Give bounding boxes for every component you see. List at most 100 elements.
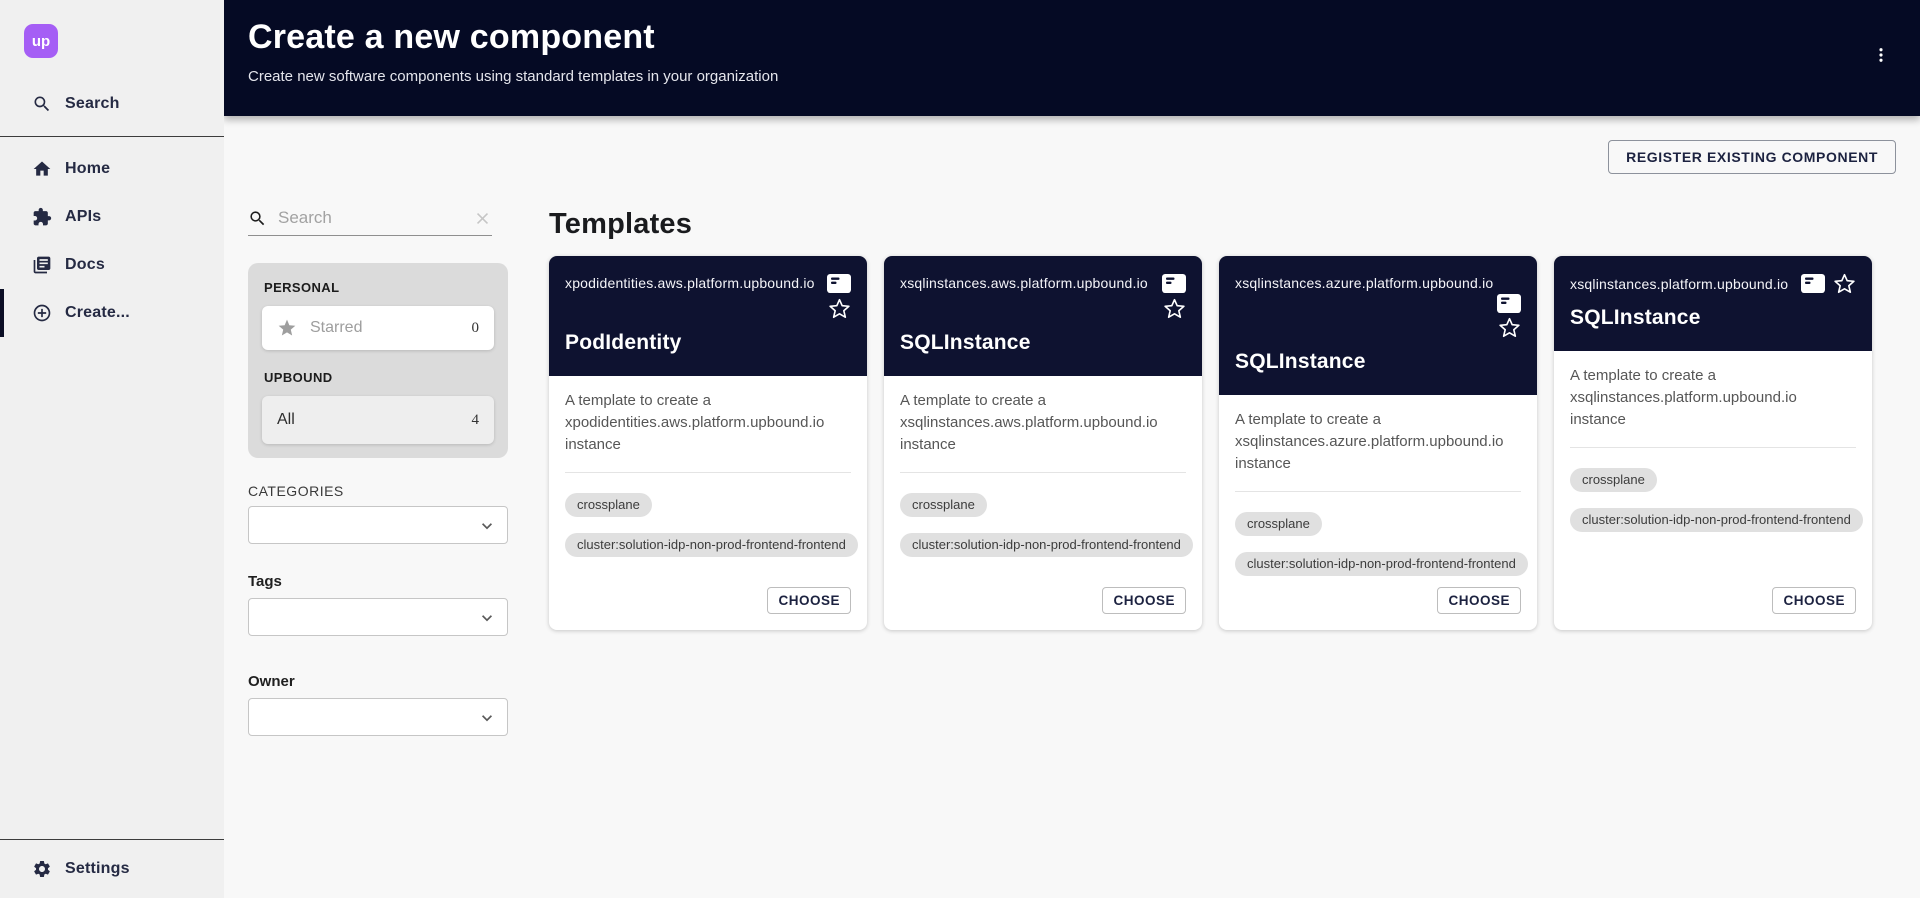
tag-chip: cluster:solution-idp-non-prod-frontend-f…	[900, 533, 1193, 557]
filters-panel: PERSONAL Starred 0 UPBOUND All 4	[248, 206, 508, 736]
owner-select[interactable]	[248, 698, 508, 736]
favorite-star-icon[interactable]	[565, 297, 851, 320]
tag-chip: crossplane	[565, 493, 652, 517]
page-header: Create a new component Create new softwa…	[224, 0, 1920, 116]
main-content: REGISTER EXISTING COMPONENT PERSONAL	[224, 116, 1920, 898]
template-type-icon	[1162, 274, 1186, 293]
template-type-icon	[1497, 294, 1521, 313]
template-type-icon	[827, 274, 851, 293]
ownership-filter-panel: PERSONAL Starred 0 UPBOUND All 4	[248, 263, 508, 458]
template-tags: crossplanecluster:solution-idp-non-prod-…	[1570, 468, 1856, 532]
template-name: xsqlinstances.platform.upbound.io	[1570, 273, 1788, 295]
template-tags: crossplanecluster:solution-idp-non-prod-…	[1235, 512, 1521, 576]
template-card-header: xsqlinstances.azure.platform.upbound.io …	[1219, 256, 1537, 395]
template-title: SQLInstance	[900, 326, 1186, 360]
template-description: A template to create a xpodidentities.aw…	[565, 390, 851, 456]
template-title: SQLInstance	[1235, 345, 1521, 379]
page-subtitle: Create new software components using sta…	[248, 68, 1894, 85]
favorite-star-icon[interactable]	[1833, 272, 1856, 295]
tag-chip: crossplane	[900, 493, 987, 517]
template-title: PodIdentity	[565, 326, 851, 360]
template-card: xpodidentities.aws.platform.upbound.io P…	[549, 256, 867, 630]
template-card-body: A template to create a xpodidentities.aw…	[549, 376, 867, 630]
filter-all[interactable]: All 4	[262, 396, 494, 444]
categories-select[interactable]	[248, 506, 508, 544]
close-icon[interactable]	[473, 209, 492, 228]
gear-icon	[32, 859, 52, 879]
choose-button[interactable]: CHOOSE	[1437, 587, 1521, 614]
template-card-header: xpodidentities.aws.platform.upbound.io P…	[549, 256, 867, 376]
template-card-body: A template to create a xsqlinstances.azu…	[1219, 395, 1537, 630]
template-type-icon	[1801, 274, 1825, 293]
upbound-section-label: UPBOUND	[264, 370, 494, 385]
template-name: xpodidentities.aws.platform.upbound.io	[565, 272, 815, 294]
sidebar-item-apis[interactable]: APIs	[0, 193, 224, 241]
template-title: SQLInstance	[1570, 301, 1856, 335]
template-card: xsqlinstances.aws.platform.upbound.io SQ…	[884, 256, 1202, 630]
sidebar: up Search Home APIs	[0, 0, 224, 898]
templates-section: Templates xpodidentities.aws.platform.up…	[549, 206, 1896, 736]
puzzle-icon	[32, 207, 52, 227]
sidebar-item-label: Search	[65, 95, 120, 113]
template-card-body: A template to create a xsqlinstances.pla…	[1554, 351, 1872, 630]
sidebar-item-label: Docs	[65, 256, 105, 274]
register-existing-component-button[interactable]: REGISTER EXISTING COMPONENT	[1608, 140, 1896, 174]
owner-filter-group: Owner	[248, 673, 508, 736]
sidebar-item-label: Home	[65, 160, 110, 178]
starred-count: 0	[472, 320, 480, 337]
sidebar-item-label: Create...	[65, 304, 130, 322]
template-tags: crossplanecluster:solution-idp-non-prod-…	[900, 493, 1186, 557]
template-card-header: xsqlinstances.platform.upbound.io SQLIns…	[1554, 256, 1872, 351]
favorite-star-icon[interactable]	[1235, 316, 1521, 339]
search-icon	[248, 209, 267, 228]
choose-button[interactable]: CHOOSE	[767, 587, 851, 614]
template-card: xsqlinstances.platform.upbound.io SQLIns…	[1554, 256, 1872, 630]
template-card-body: A template to create a xsqlinstances.aws…	[884, 376, 1202, 630]
filter-search-input[interactable]	[278, 208, 473, 228]
chevron-down-icon	[477, 516, 497, 541]
sidebar-item-label: Settings	[65, 860, 130, 878]
sidebar-item-docs[interactable]: Docs	[0, 241, 224, 289]
kebab-menu-icon[interactable]	[1864, 38, 1898, 72]
tag-chip: cluster:solution-idp-non-prod-frontend-f…	[1235, 552, 1528, 576]
templates-heading: Templates	[549, 208, 1896, 241]
personal-section-label: PERSONAL	[264, 280, 494, 295]
template-card: xsqlinstances.azure.platform.upbound.io …	[1219, 256, 1537, 630]
template-description: A template to create a xsqlinstances.azu…	[1235, 409, 1521, 475]
page-title: Create a new component	[248, 18, 1894, 57]
choose-button[interactable]: CHOOSE	[1772, 587, 1856, 614]
tag-chip: crossplane	[1570, 468, 1657, 492]
sidebar-item-search[interactable]: Search	[0, 80, 224, 128]
card-divider	[1570, 447, 1856, 448]
card-divider	[1235, 491, 1521, 492]
favorite-star-icon[interactable]	[900, 297, 1186, 320]
sidebar-item-create[interactable]: Create...	[0, 289, 224, 337]
tags-label: Tags	[248, 573, 508, 590]
choose-button[interactable]: CHOOSE	[1102, 587, 1186, 614]
all-count: 4	[472, 412, 480, 429]
sidebar-item-label: APIs	[65, 208, 101, 226]
docs-icon	[32, 255, 52, 275]
sidebar-divider	[0, 136, 224, 137]
tags-filter-group: Tags	[248, 573, 508, 636]
card-divider	[900, 472, 1186, 473]
home-icon	[32, 159, 52, 179]
template-description: A template to create a xsqlinstances.aws…	[900, 390, 1186, 456]
sidebar-item-settings[interactable]: Settings	[0, 840, 224, 898]
categories-filter-group: CATEGORIES	[248, 483, 508, 544]
categories-label: CATEGORIES	[248, 483, 508, 499]
app-window: up Search Home APIs	[0, 0, 1920, 898]
sidebar-item-home[interactable]: Home	[0, 145, 224, 193]
tag-chip: cluster:solution-idp-non-prod-frontend-f…	[1570, 508, 1863, 532]
tags-select[interactable]	[248, 598, 508, 636]
star-icon	[277, 318, 297, 338]
chevron-down-icon	[477, 608, 497, 633]
filter-starred[interactable]: Starred 0	[262, 306, 494, 350]
tag-chip: cluster:solution-idp-non-prod-frontend-f…	[565, 533, 858, 557]
template-name: xsqlinstances.aws.platform.upbound.io	[900, 272, 1148, 294]
tag-chip: crossplane	[1235, 512, 1322, 536]
upbound-logo[interactable]: up	[24, 24, 58, 58]
template-card-header: xsqlinstances.aws.platform.upbound.io SQ…	[884, 256, 1202, 376]
plus-circle-icon	[32, 303, 52, 323]
filter-search	[248, 208, 492, 236]
